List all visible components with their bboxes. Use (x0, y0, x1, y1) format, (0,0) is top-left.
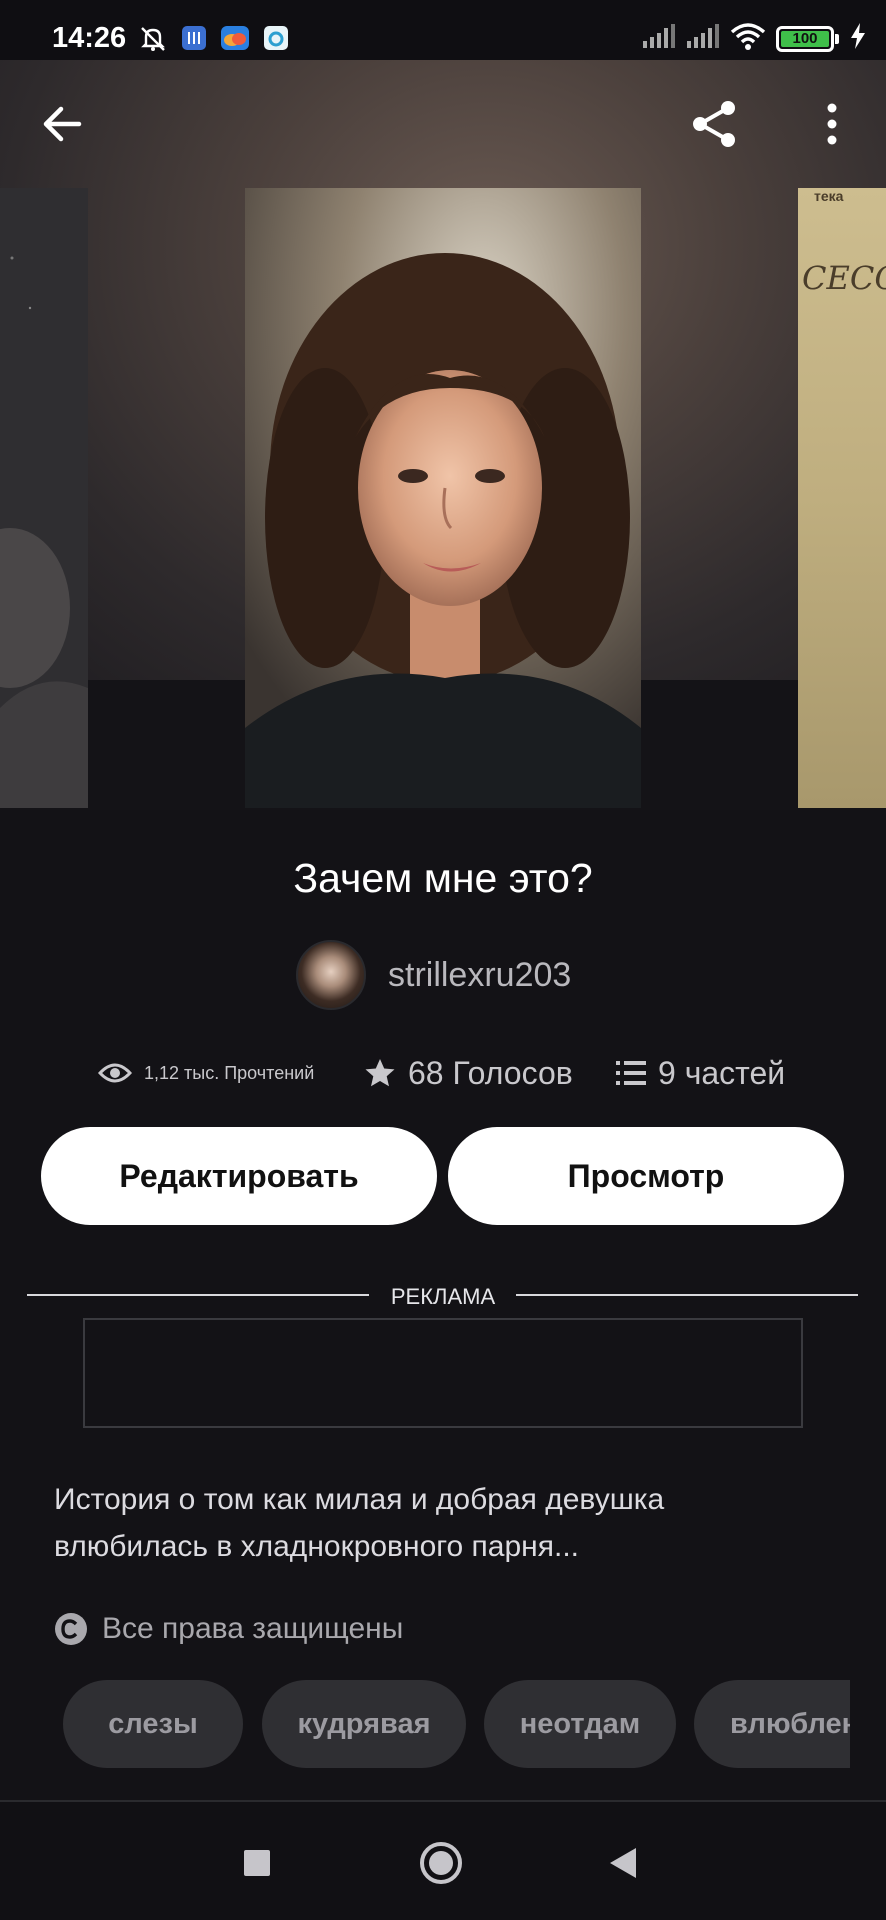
signal-icon (642, 23, 676, 54)
story-cover-art (245, 188, 641, 808)
tag-chip[interactable]: кудрявая (262, 1680, 466, 1768)
copyright-row: Все права защищены (54, 1612, 403, 1646)
tag-chip[interactable]: влюблен (694, 1680, 850, 1768)
copyright-icon (55, 1613, 87, 1645)
reads-stat: 1,12 тыс. Прочтений (98, 1048, 314, 1098)
author-avatar[interactable] (296, 940, 366, 1010)
status-bar: 14:26 100 (0, 0, 886, 60)
reads-count: 1,12 тыс. Прочтений (144, 1062, 315, 1083)
signal-icon (686, 23, 720, 54)
list-icon (616, 1061, 646, 1085)
back-arrow-icon (43, 106, 82, 142)
home-icon (420, 1842, 462, 1884)
status-right-group: 100 (642, 22, 866, 55)
recents-button[interactable] (230, 1836, 284, 1890)
status-time: 14:26 (52, 22, 127, 54)
story-cover[interactable] (245, 188, 641, 808)
home-button[interactable] (414, 1836, 468, 1890)
star-icon (365, 1059, 395, 1087)
cover-next[interactable]: тека СЕССИЯ (798, 188, 886, 808)
cover-previous[interactable] (0, 188, 88, 808)
silent-icon (138, 24, 168, 54)
ad-banner[interactable] (83, 1318, 803, 1428)
tag-chip[interactable]: слезы (63, 1680, 243, 1768)
charging-icon (850, 23, 866, 54)
ad-label: РЕКЛАМА (390, 1284, 496, 1309)
tag-list: слезы кудрявая неотдам влюблен (0, 1680, 850, 1770)
author-name[interactable]: strillexru203 (388, 956, 571, 995)
wifi-icon (730, 22, 766, 55)
app-icon (262, 24, 292, 54)
parts-stat[interactable]: 9 частей (616, 1048, 785, 1098)
story-description: История о том как милая и добрая девушка… (54, 1483, 665, 1563)
tag-chip[interactable]: неотдам (484, 1680, 676, 1768)
edit-button[interactable]: Редактировать (41, 1127, 437, 1225)
system-back-button[interactable] (596, 1836, 650, 1890)
story-stats: 1,12 тыс. Прочтений 68 Голосов 9 частей (0, 1048, 886, 1098)
cloud-icon (220, 24, 250, 54)
story-title: Зачем мне это? (293, 855, 593, 901)
battery-level: 100 (781, 30, 829, 47)
votes-stat: 68 Голосов (364, 1048, 573, 1098)
more-menu-button[interactable] (802, 94, 862, 154)
votes-count: 68 Голосов (408, 1054, 573, 1091)
share-icon (693, 101, 735, 147)
system-nav-bar (0, 1800, 886, 1920)
parts-count: 9 частей (658, 1054, 786, 1091)
preview-button[interactable]: Просмотр (448, 1127, 844, 1225)
back-icon (610, 1848, 636, 1878)
app-notification-icon (180, 24, 210, 54)
cover-next-title: СЕССИЯ (802, 259, 886, 297)
recents-icon (244, 1850, 270, 1876)
share-button[interactable] (684, 94, 744, 154)
copyright-text: Все права защищены (102, 1612, 404, 1645)
more-vertical-icon (827, 103, 837, 145)
back-button[interactable] (32, 94, 92, 154)
cover-next-top-text: тека (814, 188, 844, 204)
cover-previous-art (0, 188, 88, 808)
author-row[interactable]: strillexru203 (296, 940, 571, 1010)
eye-icon (98, 1063, 132, 1083)
battery-indicator: 100 (776, 25, 839, 52)
